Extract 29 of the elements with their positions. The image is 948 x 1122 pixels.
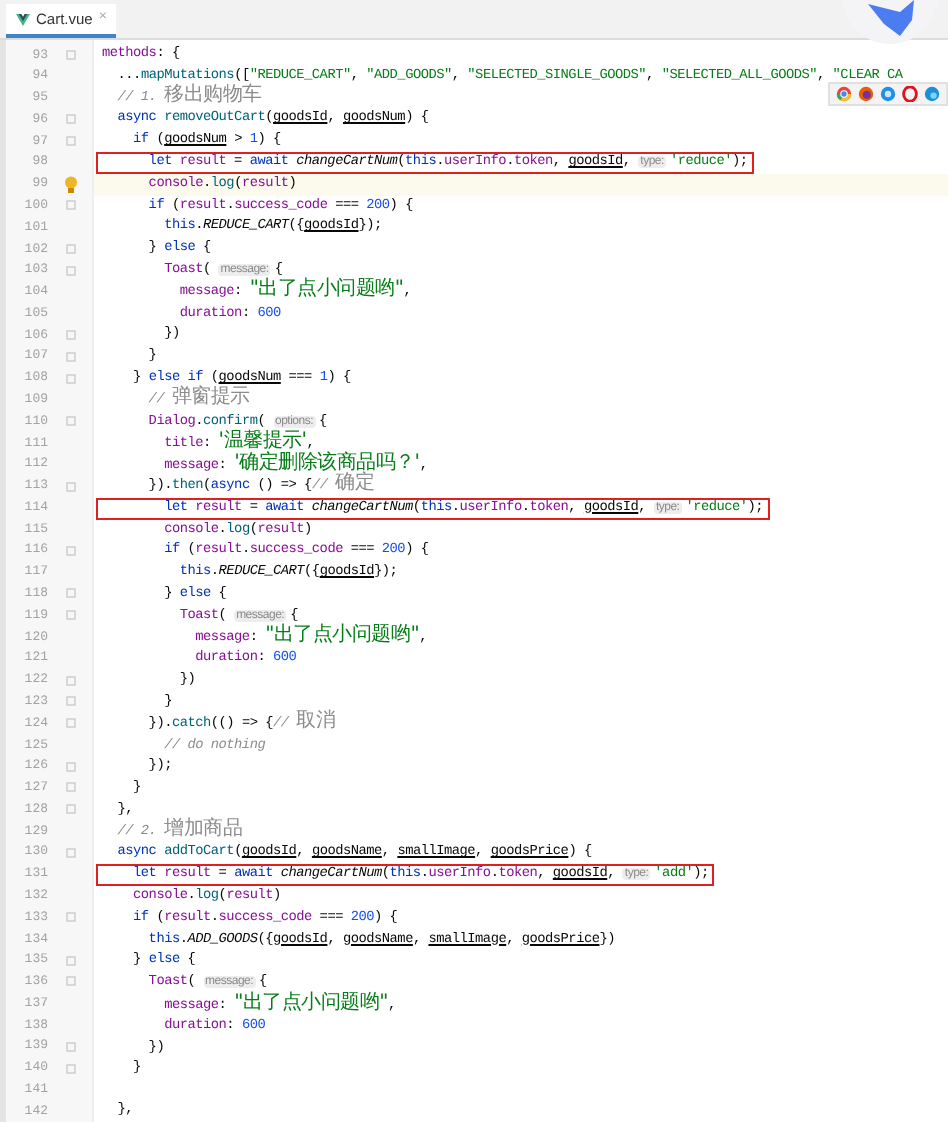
fold-marker-icon[interactable] bbox=[66, 200, 76, 211]
fold-marker-icon[interactable] bbox=[66, 610, 76, 621]
fold-marker-icon[interactable] bbox=[66, 718, 76, 729]
fold-marker-icon[interactable] bbox=[66, 696, 76, 707]
fold-marker-icon[interactable] bbox=[66, 955, 76, 966]
fold-marker-icon[interactable] bbox=[66, 416, 76, 427]
fold-marker-icon[interactable] bbox=[66, 804, 76, 815]
fold-marker-icon[interactable] bbox=[66, 481, 76, 492]
fold-marker-icon[interactable] bbox=[66, 912, 76, 923]
vue-icon bbox=[16, 13, 30, 25]
fold-marker-icon[interactable] bbox=[66, 847, 76, 858]
fold-marker-icon[interactable] bbox=[66, 243, 76, 254]
fold-marker-icon[interactable] bbox=[66, 588, 76, 599]
fold-marker-icon[interactable] bbox=[66, 976, 76, 987]
fold-marker-icon[interactable] bbox=[66, 114, 76, 125]
fold-marker-icon[interactable] bbox=[66, 761, 76, 772]
lightbulb-icon[interactable] bbox=[64, 175, 78, 194]
fold-marker-icon[interactable] bbox=[66, 265, 76, 276]
fold-marker-icon[interactable] bbox=[66, 136, 76, 147]
fold-marker-icon[interactable] bbox=[66, 675, 76, 686]
fold-marker-icon[interactable] bbox=[66, 782, 76, 793]
fold-marker-icon[interactable] bbox=[66, 1041, 76, 1052]
fold-marker-icon[interactable] bbox=[66, 330, 76, 341]
fold-marker-icon[interactable] bbox=[66, 545, 76, 556]
fold-marker-icon[interactable] bbox=[66, 351, 76, 362]
chrome-icon[interactable] bbox=[836, 86, 852, 102]
fold-marker-icon[interactable] bbox=[66, 49, 76, 60]
fold-marker-icon[interactable] bbox=[66, 1063, 76, 1074]
fold-marker-icon[interactable] bbox=[66, 373, 76, 384]
